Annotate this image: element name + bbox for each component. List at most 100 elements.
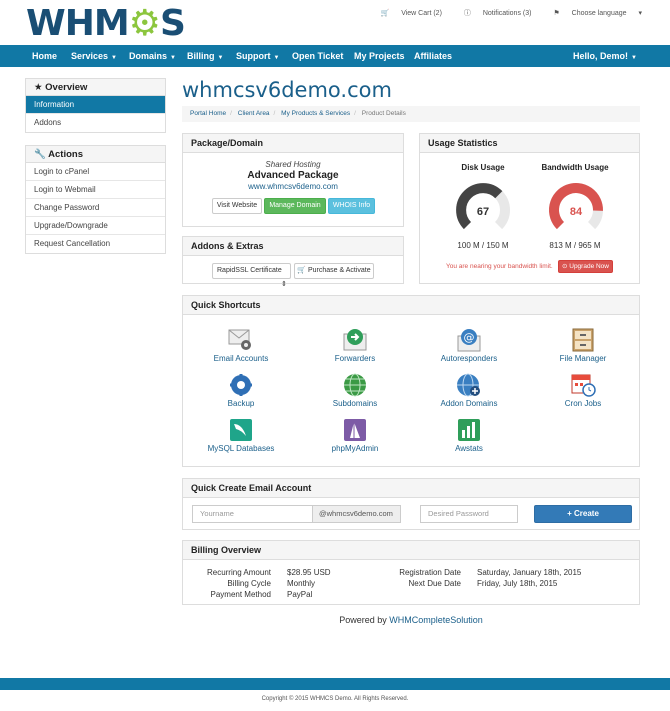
nav-affiliates[interactable]: Affiliates bbox=[414, 45, 452, 67]
sidebar-actions: 🔧 Actions Login to cPanel Login to Webma… bbox=[25, 145, 166, 254]
email-create-panel: Quick Create Email Account Yourname @whm… bbox=[182, 478, 640, 530]
globe-green-icon bbox=[344, 373, 366, 397]
billing-panel: Billing Overview Recurring Amount Billin… bbox=[182, 540, 640, 605]
notifications-link[interactable]: ⓘ Notifications (3) bbox=[454, 10, 532, 17]
addon-select[interactable]: RapidSSL Certificate ⇕ bbox=[212, 263, 291, 288]
breadcrumb-portal-home[interactable]: Portal Home bbox=[190, 110, 226, 117]
top-links: 🛒 View Cart (2) ⓘ Notifications (3) ⚑ Ch… bbox=[361, 8, 642, 18]
addons-panel-title: Addons & Extras bbox=[183, 237, 403, 256]
footer-bar bbox=[0, 678, 670, 690]
circle-arrow-icon: ⊙ bbox=[561, 263, 568, 270]
bandwidth-warning: You are nearing your bandwidth limit. bbox=[446, 263, 553, 270]
nav-services[interactable]: Services ▼ bbox=[71, 45, 117, 67]
sidebar-item-request-cancellation[interactable]: Request Cancellation bbox=[26, 235, 165, 253]
package-domain-link[interactable]: www.whmcsv6demo.com bbox=[183, 182, 403, 191]
billing-right-labels: Registration Date Next Due Date bbox=[399, 568, 461, 588]
sidebar-actions-header: 🔧 Actions bbox=[26, 146, 165, 163]
nav-billing[interactable]: Billing ▼ bbox=[187, 45, 223, 67]
shortcut-phpmyadmin[interactable]: phpMyAdmin bbox=[300, 418, 410, 453]
whois-info-button[interactable]: WHOIS Info bbox=[328, 198, 375, 214]
caret-down-icon: ▼ bbox=[273, 55, 280, 61]
caret-down-icon: ▼ bbox=[170, 55, 176, 61]
bandwidth-gauge-value: 84 bbox=[570, 206, 583, 218]
upgrade-now-button[interactable]: ⊙ Upgrade Now bbox=[558, 260, 613, 273]
caret-down-icon: ▼ bbox=[217, 55, 224, 61]
nav-home[interactable]: Home bbox=[32, 45, 57, 67]
billing-left-values: $28.95 USD Monthly PayPal bbox=[287, 568, 331, 599]
cart-icon: 🛒 bbox=[297, 267, 307, 274]
forward-mail-icon bbox=[343, 329, 367, 351]
backup-gear-icon bbox=[230, 374, 252, 396]
bandwidth-usage-detail: 813 M / 965 M bbox=[549, 241, 601, 250]
shortcut-backup[interactable]: Backup bbox=[186, 373, 296, 408]
caret-down-icon: ▼ bbox=[111, 55, 117, 61]
addons-panel: Addons & Extras RapidSSL Certificate ⇕ 🛒… bbox=[182, 236, 404, 288]
page-title: whmcsv6demo.com bbox=[182, 78, 392, 102]
package-group: Shared Hosting bbox=[265, 160, 321, 169]
wrench-icon: 🔧 bbox=[34, 149, 46, 160]
sidebar-item-login-cpanel[interactable]: Login to cPanel bbox=[26, 163, 165, 181]
disk-gauge-value: 67 bbox=[477, 206, 489, 218]
billing-left-labels: Recurring Amount Billing Cycle Payment M… bbox=[206, 568, 271, 599]
email-username-input[interactable]: Yourname bbox=[192, 505, 313, 523]
breadcrumb-products[interactable]: My Products & Services bbox=[281, 110, 350, 117]
cart-icon: 🛒 bbox=[380, 10, 390, 17]
autoresponder-icon: @ bbox=[457, 329, 481, 352]
nav-support[interactable]: Support ▼ bbox=[236, 45, 279, 67]
email-domain-addon: @whmcsv6demo.com bbox=[312, 505, 401, 523]
shortcut-cron-jobs[interactable]: Cron Jobs bbox=[528, 373, 638, 408]
package-panel: Package/Domain Shared Hosting Advanced P… bbox=[182, 133, 404, 227]
nav-my-projects[interactable]: My Projects bbox=[354, 45, 405, 67]
phpmyadmin-sail-icon bbox=[344, 419, 366, 441]
email-password-input[interactable]: Desired Password bbox=[420, 505, 518, 523]
info-icon: ⓘ bbox=[463, 10, 471, 17]
sidebar-item-login-webmail[interactable]: Login to Webmail bbox=[26, 181, 165, 199]
file-cabinet-icon bbox=[572, 328, 594, 352]
shortcut-email-accounts[interactable]: Email Accounts bbox=[186, 328, 296, 363]
globe-plus-icon bbox=[457, 373, 480, 397]
breadcrumb-current: Product Details bbox=[361, 110, 406, 117]
bandwidth-usage-gauge: 84 bbox=[549, 183, 603, 230]
sidebar-item-information[interactable]: Information bbox=[26, 96, 165, 114]
disk-usage-detail: 100 M / 150 M bbox=[457, 241, 509, 250]
disk-usage-label: Disk Usage bbox=[461, 163, 505, 172]
package-panel-title: Package/Domain bbox=[183, 134, 403, 153]
billing-right-values: Saturday, January 18th, 2015 Friday, Jul… bbox=[477, 568, 582, 588]
disk-usage-gauge: 67 bbox=[456, 183, 510, 230]
svg-text:@: @ bbox=[464, 331, 475, 344]
nav-domains[interactable]: Domains ▼ bbox=[129, 45, 176, 67]
shortcut-addon-domains[interactable]: Addon Domains bbox=[414, 373, 524, 408]
create-email-button[interactable]: + Create bbox=[534, 505, 632, 523]
bandwidth-usage-label: Bandwidth Usage bbox=[541, 163, 609, 172]
shortcut-forwarders[interactable]: Forwarders bbox=[300, 328, 410, 363]
sidebar-overview-header: ★ Overview bbox=[26, 79, 165, 96]
mysql-dolphin-icon bbox=[230, 419, 252, 441]
nav-user-menu[interactable]: Hello, Demo! ▼ bbox=[573, 45, 637, 67]
sidebar-item-addons[interactable]: Addons bbox=[26, 114, 165, 132]
visit-website-button[interactable]: Visit Website bbox=[212, 198, 262, 214]
package-name: Advanced Package bbox=[247, 170, 339, 181]
whmcs-link[interactable]: WHMCompleteSolution bbox=[389, 615, 483, 625]
shortcut-file-manager[interactable]: File Manager bbox=[528, 328, 638, 363]
globe-icon: ⚑ bbox=[553, 10, 560, 17]
email-create-panel-title: Quick Create Email Account bbox=[183, 479, 639, 498]
header: WHM⚙S 🛒 View Cart (2) ⓘ Notifications (3… bbox=[0, 0, 670, 44]
breadcrumb-client-area[interactable]: Client Area bbox=[238, 110, 270, 117]
shortcuts-panel-title: Quick Shortcuts bbox=[183, 296, 639, 315]
billing-panel-title: Billing Overview bbox=[183, 541, 639, 560]
nav-open-ticket[interactable]: Open Ticket bbox=[292, 45, 343, 67]
gear-logo-icon: ⚙ bbox=[128, 3, 161, 44]
view-cart-link[interactable]: 🛒 View Cart (2) bbox=[371, 10, 442, 17]
sidebar-item-change-password[interactable]: Change Password bbox=[26, 199, 165, 217]
language-selector[interactable]: ⚑ Choose language ▾ bbox=[543, 10, 642, 17]
sidebar-item-upgrade-downgrade[interactable]: Upgrade/Downgrade bbox=[26, 217, 165, 235]
caret-down-icon: ▼ bbox=[631, 55, 637, 61]
whmcs-logo[interactable]: WHM⚙S bbox=[26, 3, 186, 44]
purchase-activate-button[interactable]: 🛒 Purchase & Activate bbox=[294, 263, 374, 279]
shortcut-autoresponders[interactable]: @ Autoresponders bbox=[414, 328, 524, 363]
shortcuts-panel: Quick Shortcuts Email Accounts Forwarder… bbox=[182, 295, 640, 467]
shortcut-awstats[interactable]: Awstats bbox=[414, 418, 524, 453]
shortcut-mysql-databases[interactable]: MySQL Databases bbox=[186, 418, 296, 453]
shortcut-subdomains[interactable]: Subdomains bbox=[300, 373, 410, 408]
manage-domain-button[interactable]: Manage Domain bbox=[264, 198, 326, 214]
